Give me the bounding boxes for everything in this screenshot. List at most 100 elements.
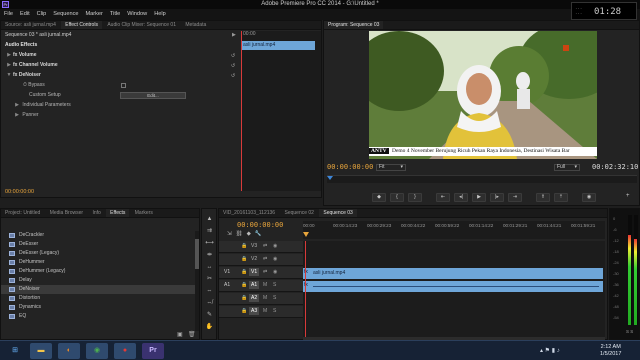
track-header-a3[interactable]: 🔒 A3 M S (219, 306, 303, 318)
step-back-icon[interactable]: ◂| (454, 193, 468, 202)
track-header-v3[interactable]: 🔒 V3 ⇄ ◉ (219, 241, 303, 253)
add-button-icon[interactable]: + (626, 193, 630, 199)
file-explorer-icon[interactable]: ▬ (30, 343, 52, 359)
lock-icon[interactable]: 🔒 (241, 308, 247, 314)
go-to-in-icon[interactable]: ⇤ (436, 193, 450, 202)
fx-icon[interactable]: fx (13, 72, 17, 78)
panel-arrow-icon[interactable]: ▶ (232, 32, 236, 38)
source-patch[interactable]: V1 (224, 269, 230, 275)
tab-source[interactable]: Source: asli jurnal.mp4 (1, 21, 60, 29)
windows-start-icon[interactable]: ⊞ (4, 343, 26, 359)
hand-tool-icon[interactable]: ✋ (205, 323, 214, 332)
effect-volume[interactable]: ▶ fx Volume (5, 51, 36, 60)
eye-icon[interactable]: ◉ (273, 243, 277, 249)
fit-dropdown[interactable]: Fit ▾ (376, 164, 406, 171)
tab-project[interactable]: Project: Untitled (1, 209, 44, 217)
menu-edit[interactable]: Edit (16, 9, 33, 17)
ec-timecode[interactable]: 00:00:00:00 (5, 189, 34, 195)
add-marker-icon[interactable]: ◆ (247, 231, 255, 237)
lock-icon[interactable]: 🔒 (241, 256, 247, 262)
eye-icon[interactable]: ◉ (273, 256, 277, 262)
lift-icon[interactable]: ⇑ (536, 193, 550, 202)
timeline-ruler[interactable]: 00:00 00:00:14:23 00:00:29:23 00:00:44:2… (303, 221, 605, 239)
program-timecode[interactable]: 00:00:00:00 (327, 163, 373, 171)
go-to-out-icon[interactable]: ⇥ (508, 193, 522, 202)
tab-program[interactable]: Program: Sequence 03 (324, 21, 384, 29)
export-frame-icon[interactable]: ◉ (582, 193, 596, 202)
meter-solo-buttons[interactable]: S S (626, 329, 633, 334)
list-item[interactable]: DeEsser (1, 240, 195, 249)
mute-icon[interactable]: M (263, 295, 267, 301)
effect-controls-timeline[interactable]: 00:00 asli jurnal.mp4 (241, 31, 321, 191)
sync-icon[interactable]: ⇄ (263, 269, 267, 275)
list-item[interactable]: Delay (1, 276, 195, 285)
razor-tool-icon[interactable]: ✂ (205, 275, 214, 284)
timeline-timecode[interactable]: 00:00:00:00 (237, 221, 283, 229)
rate-stretch-tool-icon[interactable]: ↔ (205, 263, 214, 272)
marker-icon[interactable]: ◆ (372, 193, 386, 202)
tab-sequence-02[interactable]: Sequence 02 (280, 209, 317, 217)
track-area[interactable]: asli jurnal.mp4 fx fx (303, 241, 605, 337)
sync-icon[interactable]: ⇄ (263, 256, 267, 262)
panner-row[interactable]: ▶ Panner (13, 111, 38, 120)
playhead-marker-icon[interactable] (327, 176, 333, 180)
audio-clip[interactable]: fx (303, 281, 603, 292)
individual-parameters-row[interactable]: ▶ Individual Parameters (13, 101, 71, 110)
program-scrubber[interactable] (327, 175, 637, 183)
tab-effects[interactable]: Effects (106, 209, 130, 217)
lock-icon[interactable]: 🔒 (241, 243, 247, 249)
menu-title[interactable]: Title (106, 9, 123, 17)
tray-icons[interactable]: ▴ ⚑ ▮ ♪ (540, 347, 560, 354)
step-forward-icon[interactable]: |▸ (490, 193, 504, 202)
list-item-selected[interactable]: DeNoiser (1, 285, 195, 294)
settings-icon[interactable]: 🔧 (255, 231, 266, 237)
premiere-taskbar-icon[interactable]: Pr (142, 343, 164, 359)
expand-icon[interactable]: ▶ (13, 101, 21, 110)
source-patch[interactable]: A1 (224, 282, 230, 288)
stopwatch-icon[interactable]: ⏱ (23, 82, 27, 88)
list-item[interactable]: DeHummer (1, 258, 195, 267)
rolling-edit-tool-icon[interactable]: ⇹ (205, 251, 214, 260)
snap-icon[interactable]: ⇲ (227, 231, 236, 237)
trash-icon[interactable]: 🗑 (188, 331, 196, 338)
ec-playhead[interactable] (241, 31, 242, 191)
tab-markers[interactable]: Markers (131, 209, 157, 217)
tray-clock[interactable]: 2:12 AM 1/5/2017 (600, 344, 621, 358)
mute-icon[interactable]: M (263, 282, 267, 288)
track-select-tool-icon[interactable]: ⇉ (205, 227, 214, 236)
extract-icon[interactable]: ⇡ (554, 193, 568, 202)
linked-selection-icon[interactable]: ⛓ (236, 231, 247, 237)
solo-icon[interactable]: S (273, 282, 276, 288)
track-header-a2[interactable]: 🔒 A2 M S (219, 293, 303, 305)
reset-icons[interactable]: ↺ ↺ ↺ (231, 51, 235, 81)
resolution-dropdown[interactable]: Full ▾ (554, 164, 580, 171)
track-header-a1[interactable]: A1 🔒 A1 M S (219, 280, 303, 292)
expand-icon[interactable]: ▶ (13, 111, 21, 120)
pen-tool-icon[interactable]: ✎ (205, 311, 214, 320)
list-item[interactable]: DeCrackler (1, 231, 195, 240)
expand-icon[interactable]: ▶ (5, 51, 13, 60)
timeline-playhead[interactable] (305, 241, 306, 337)
tab-sequence-03[interactable]: Sequence 03 (319, 209, 357, 217)
effect-channel-volume[interactable]: ▶ fx Channel Volume (5, 61, 58, 70)
menu-clip[interactable]: Clip (33, 9, 50, 17)
play-icon[interactable]: ▶ (472, 193, 486, 202)
menu-sequence[interactable]: Sequence (49, 9, 81, 17)
tab-media-browser[interactable]: Media Browser (46, 209, 87, 217)
menu-help[interactable]: Help (150, 9, 169, 17)
fx-icon[interactable]: fx (13, 52, 17, 58)
tab-metadata[interactable]: Metadata (181, 21, 210, 29)
selection-tool-icon[interactable]: ▲ (205, 215, 214, 224)
screen-recorder-icon[interactable]: ● (114, 343, 136, 359)
track-header-v1[interactable]: V1 🔒 V1 ⇄ ◉ (219, 267, 303, 279)
scrollbar-thumb[interactable] (195, 239, 199, 269)
list-item[interactable]: Dynamics (1, 303, 195, 312)
track-header-v2[interactable]: 🔒 V2 ⇄ ◉ (219, 254, 303, 266)
chrome-icon[interactable]: ◉ (86, 343, 108, 359)
effects-scrollbar[interactable] (195, 231, 199, 331)
list-item[interactable]: DeEsser (Legacy) (1, 249, 195, 258)
effect-denoiser[interactable]: ▼ fx DeNoiser (5, 71, 41, 80)
video-clip[interactable]: asli jurnal.mp4 (303, 268, 603, 279)
list-item[interactable]: EQ (1, 312, 195, 321)
mute-icon[interactable]: M (263, 308, 267, 314)
